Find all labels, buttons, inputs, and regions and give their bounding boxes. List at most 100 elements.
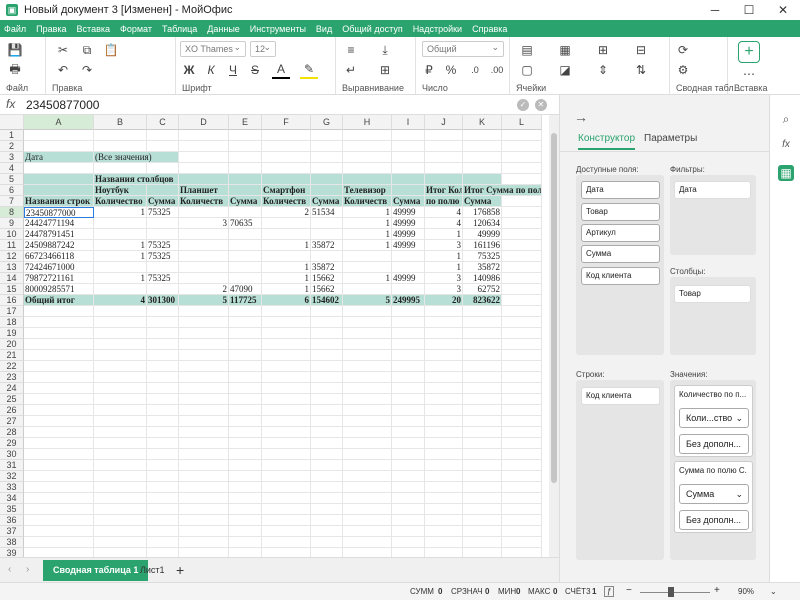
grid-cell[interactable]: [463, 493, 502, 504]
grid-cell[interactable]: [311, 449, 343, 460]
table-cell[interactable]: 3: [425, 273, 463, 284]
grid-cell[interactable]: [392, 515, 425, 526]
grid-cell[interactable]: [502, 449, 542, 460]
grid-cell[interactable]: [463, 383, 502, 394]
grid-cell[interactable]: [179, 537, 229, 548]
grid-cell[interactable]: [425, 449, 463, 460]
grid-cell[interactable]: [425, 350, 463, 361]
grid-cell[interactable]: [343, 537, 392, 548]
grid-cell[interactable]: [392, 427, 425, 438]
grid-cell[interactable]: [229, 207, 262, 218]
percent-icon[interactable]: %: [442, 61, 460, 79]
table-cell[interactable]: Итог Коли: [425, 185, 463, 196]
currency-icon[interactable]: ₽: [420, 61, 438, 79]
grid-cell[interactable]: [179, 262, 229, 273]
grid-cell[interactable]: [463, 482, 502, 493]
table-cell[interactable]: Телевизор: [343, 185, 392, 196]
grid-cell[interactable]: [392, 493, 425, 504]
row-header[interactable]: 29: [0, 438, 24, 449]
table-cell[interactable]: 49999: [392, 229, 425, 240]
grid-cell[interactable]: [311, 350, 343, 361]
grid-cell[interactable]: [147, 306, 179, 317]
grid-cell[interactable]: [463, 163, 502, 174]
menu-view[interactable]: Вид: [316, 24, 332, 34]
grid-cell[interactable]: [463, 130, 502, 141]
table-cell[interactable]: Количеств: [179, 196, 229, 207]
grid-cell[interactable]: [502, 471, 542, 482]
table-cell[interactable]: Сумма: [229, 196, 262, 207]
grid-cell[interactable]: [502, 460, 542, 471]
underline-icon[interactable]: Ч: [224, 61, 242, 79]
grid-cell[interactable]: [179, 460, 229, 471]
grid-cell[interactable]: [392, 416, 425, 427]
grid-cell[interactable]: [311, 482, 343, 493]
grid-cell[interactable]: [343, 504, 392, 515]
grid-cell[interactable]: [262, 416, 311, 427]
grid-cell[interactable]: [392, 361, 425, 372]
grid-cell[interactable]: [94, 526, 147, 537]
column-header-k[interactable]: K: [463, 115, 502, 130]
grid-cell[interactable]: [262, 438, 311, 449]
grid-cell[interactable]: [343, 482, 392, 493]
increase-decimal-icon[interactable]: .00: [488, 61, 506, 79]
grid-cell[interactable]: [502, 174, 542, 185]
grid-cell[interactable]: [229, 537, 262, 548]
grid-cell[interactable]: [94, 449, 147, 460]
grid-cell[interactable]: [463, 394, 502, 405]
grid-cell[interactable]: [94, 229, 147, 240]
table-cell[interactable]: 1: [343, 229, 392, 240]
grid-cell[interactable]: [311, 317, 343, 328]
grid-cell[interactable]: [262, 460, 311, 471]
field-chip-sum[interactable]: Сумма: [581, 245, 660, 263]
grid-cell[interactable]: [502, 438, 542, 449]
grid-cell[interactable]: [262, 504, 311, 515]
grid-cell[interactable]: [311, 515, 343, 526]
grid-cell[interactable]: [463, 328, 502, 339]
grid-cell[interactable]: [147, 471, 179, 482]
table-cell[interactable]: [311, 174, 343, 185]
grid-cell[interactable]: [262, 515, 311, 526]
grid-cell[interactable]: [147, 284, 179, 295]
row-header[interactable]: 32: [0, 471, 24, 482]
grid-cell[interactable]: [463, 350, 502, 361]
grid-cell[interactable]: [229, 526, 262, 537]
align-left-icon[interactable]: ≡: [342, 41, 360, 59]
table-cell[interactable]: 51534: [311, 207, 343, 218]
grid-cell[interactable]: [94, 218, 147, 229]
table-cell[interactable]: 75325: [463, 251, 502, 262]
table-cell[interactable]: 5: [343, 295, 392, 306]
grid-cell[interactable]: [425, 306, 463, 317]
table-cell[interactable]: Дата: [24, 152, 94, 163]
grid-cell[interactable]: [24, 306, 94, 317]
row-header[interactable]: 19: [0, 328, 24, 339]
table-cell[interactable]: 1: [343, 273, 392, 284]
row-header[interactable]: 31: [0, 460, 24, 471]
grid-cell[interactable]: [392, 526, 425, 537]
align-bottom-icon[interactable]: ⤓: [376, 41, 394, 59]
grid-cell[interactable]: [262, 361, 311, 372]
grid-cell[interactable]: [502, 306, 542, 317]
grid-cell[interactable]: [502, 163, 542, 174]
grid-cell[interactable]: [502, 394, 542, 405]
grid-cell[interactable]: [229, 317, 262, 328]
row-header[interactable]: 35: [0, 504, 24, 515]
grid-cell[interactable]: [262, 251, 311, 262]
grid-cell[interactable]: [392, 130, 425, 141]
zoom-slider-thumb[interactable]: [668, 587, 674, 597]
table-cell[interactable]: 1: [94, 251, 147, 262]
grid-cell[interactable]: [24, 493, 94, 504]
grid-cell[interactable]: [179, 207, 229, 218]
table-cell[interactable]: 80009285571: [24, 284, 94, 295]
grid-cell[interactable]: [179, 240, 229, 251]
grid-cell[interactable]: [147, 394, 179, 405]
grid-cell[interactable]: [94, 262, 147, 273]
grid-cell[interactable]: [343, 262, 392, 273]
table-cell[interactable]: Сумма: [392, 196, 425, 207]
row-header[interactable]: 12: [0, 251, 24, 262]
grid-cell[interactable]: [147, 460, 179, 471]
cut-icon[interactable]: ✂: [54, 41, 72, 59]
grid-cell[interactable]: [147, 229, 179, 240]
grid-cell[interactable]: [147, 141, 179, 152]
print-icon[interactable]: 🖶: [6, 61, 24, 79]
grid-cell[interactable]: [24, 372, 94, 383]
